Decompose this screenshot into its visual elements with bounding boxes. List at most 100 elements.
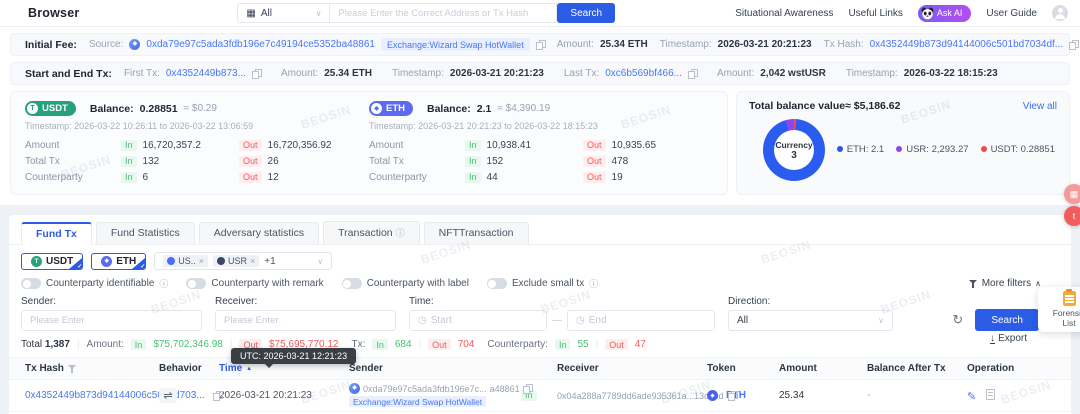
close-icon[interactable] bbox=[250, 256, 255, 266]
filter-icon[interactable] bbox=[68, 364, 77, 373]
search-button[interactable]: Search bbox=[557, 3, 615, 23]
token-coin-icon bbox=[129, 39, 140, 50]
receiver-input[interactable] bbox=[224, 315, 387, 326]
eth-pill: ETH bbox=[369, 101, 413, 116]
copy-icon[interactable] bbox=[213, 391, 222, 401]
usdt-icon: T bbox=[31, 256, 42, 267]
forensic-list-widget[interactable]: Forensic List bbox=[1038, 287, 1080, 332]
usdt-tx-in: 132 bbox=[143, 156, 160, 167]
export-button[interactable]: Export bbox=[990, 333, 1027, 344]
timestamp-label: Timestamp: bbox=[846, 68, 898, 79]
switch[interactable] bbox=[21, 278, 41, 289]
toggle-counterparty-identifiable[interactable]: Counterparty identifiable bbox=[21, 277, 168, 290]
last-tx-amount: 2,042 wstUSR bbox=[760, 68, 826, 79]
toggle-counterparty-remark[interactable]: Counterparty with remark bbox=[186, 278, 323, 289]
floating-usdt-button[interactable]: t bbox=[1064, 206, 1080, 226]
view-all-link[interactable]: View all bbox=[1023, 101, 1057, 112]
eth-filter-chip[interactable]: ETH bbox=[91, 253, 146, 270]
ask-ai-button[interactable]: Ask AI bbox=[918, 5, 972, 22]
copy-icon[interactable] bbox=[1069, 40, 1078, 50]
sort-asc-icon bbox=[246, 366, 252, 372]
usdt-stats: TUSDT Balance: 0.28851 ≈ $0.29 Timestamp… bbox=[25, 101, 369, 185]
chevron-down-icon bbox=[317, 257, 323, 266]
tab-adversary-statistics[interactable]: Adversary statistics bbox=[199, 222, 319, 244]
transactions-table: UTC: 2026-03-21 12:21:23 Tx Hash Behavio… bbox=[9, 357, 1071, 414]
copy-icon[interactable] bbox=[688, 69, 697, 79]
clock-icon bbox=[576, 315, 585, 326]
eth-icon bbox=[371, 103, 382, 114]
note-icon[interactable] bbox=[986, 389, 995, 400]
in-badge: In bbox=[372, 339, 388, 350]
toggle-row: Counterparty identifiable Counterparty w… bbox=[21, 277, 1059, 290]
filter-search-button[interactable]: Search bbox=[975, 309, 1039, 331]
close-icon[interactable] bbox=[199, 256, 204, 266]
table-row[interactable]: 0x4352449b873d94144006c501bd703... 2026-… bbox=[9, 380, 1071, 412]
toggle-counterparty-label[interactable]: Counterparty with label bbox=[342, 278, 469, 289]
out-badge: Out bbox=[605, 339, 628, 350]
token-multiselect[interactable]: US.. USR +1 bbox=[154, 252, 332, 270]
link-user-guide[interactable]: User Guide bbox=[986, 8, 1037, 19]
link-situational-awareness[interactable]: Situational Awareness bbox=[735, 8, 833, 19]
amount-label: Amount: bbox=[557, 39, 594, 50]
first-tx-hash[interactable]: 0x4352449b873... bbox=[166, 68, 246, 79]
legend-dot-usr bbox=[896, 146, 902, 152]
eth-tx-in: 152 bbox=[487, 156, 504, 167]
direction-select[interactable]: All bbox=[728, 310, 893, 331]
sort-time-header[interactable]: Time bbox=[219, 363, 349, 374]
sender-address[interactable]: 0xda79e97c5ada3fdb196e7c... bbox=[363, 384, 487, 394]
copy-icon[interactable] bbox=[536, 40, 545, 50]
summary-cp-label: Counterparty: bbox=[487, 339, 548, 350]
tab-nft-transaction[interactable]: NFTTransaction bbox=[424, 222, 529, 244]
switch[interactable] bbox=[186, 278, 206, 289]
legend-usr: USR: 2,293.27 bbox=[906, 144, 968, 155]
source-address[interactable]: 0xda79e97c5ada3fdb196e7c49194ce5352ba488… bbox=[146, 39, 375, 50]
out-badge: Out bbox=[239, 156, 262, 167]
copy-icon[interactable] bbox=[728, 391, 737, 401]
tab-fund-statistics[interactable]: Fund Statistics bbox=[96, 222, 195, 244]
token-icon bbox=[167, 257, 175, 265]
usdt-filter-chip[interactable]: T USDT bbox=[21, 253, 83, 270]
tab-fund-tx[interactable]: Fund Tx bbox=[21, 222, 92, 245]
amount-label: Amount: bbox=[281, 68, 318, 79]
eth-balance-usd: ≈ $4,390.19 bbox=[497, 103, 550, 114]
tx-amount: 25.34 bbox=[779, 390, 867, 401]
in-badge: In bbox=[465, 140, 481, 151]
copy-icon[interactable] bbox=[523, 384, 532, 394]
amount-label: Amount: bbox=[717, 68, 754, 79]
top-bar: Browser All Search Situational Awareness… bbox=[0, 0, 1080, 27]
sender-label: Sender: bbox=[21, 296, 202, 307]
switch[interactable] bbox=[487, 278, 507, 289]
time-end-input[interactable]: End bbox=[567, 310, 715, 331]
sender-entity-tag[interactable]: Exchange:Wizard Swap HotWallet bbox=[349, 396, 486, 407]
address-overview-section: Initial Fee: Source: 0xda79e97c5ada3fdb1… bbox=[0, 27, 1080, 205]
toggle-exclude-small-tx[interactable]: Exclude small tx bbox=[487, 277, 598, 290]
time-start-input[interactable]: Start bbox=[409, 310, 547, 331]
swap-behavior-icon bbox=[159, 388, 177, 403]
tab-transaction[interactable]: Transaction bbox=[323, 221, 419, 244]
refresh-icon[interactable] bbox=[952, 312, 963, 328]
receiver-address[interactable]: 0x04a288a7789dd6ade935361a...13caed bbox=[557, 391, 724, 401]
export-icon bbox=[990, 334, 995, 344]
check-icon bbox=[140, 263, 145, 270]
source-entity-tag[interactable]: Exchange:Wizard Swap HotWallet bbox=[381, 38, 530, 51]
edit-icon[interactable] bbox=[967, 391, 976, 403]
initial-fee-txhash[interactable]: 0x4352449b873d94144006c501bd7034df... bbox=[870, 39, 1064, 50]
sender-input[interactable] bbox=[30, 315, 193, 326]
floating-widget-button[interactable] bbox=[1064, 184, 1080, 204]
last-tx-hash[interactable]: 0xc6b569bf466... bbox=[605, 68, 682, 79]
search-scope-select[interactable]: All bbox=[237, 3, 329, 23]
copy-icon[interactable] bbox=[252, 69, 261, 79]
total-count: 1,387 bbox=[45, 339, 70, 350]
start-end-title: Start and End Tx: bbox=[25, 68, 112, 80]
switch[interactable] bbox=[342, 278, 362, 289]
link-useful-links[interactable]: Useful Links bbox=[848, 8, 902, 19]
in-badge: In bbox=[465, 156, 481, 167]
eth-timerange: Timestamp: 2026-03-21 20:21:23 to 2026-0… bbox=[369, 121, 703, 131]
top-links: Situational Awareness Useful Links Ask A… bbox=[735, 5, 1068, 22]
app-title: Browser bbox=[28, 6, 79, 20]
search-input[interactable] bbox=[329, 3, 557, 23]
user-avatar[interactable] bbox=[1052, 5, 1068, 21]
cp-in: 55 bbox=[577, 339, 588, 350]
filter-inputs-row: Sender: Receiver: Time: Start — End Dire… bbox=[21, 296, 1059, 331]
total-balance-card: Total balance value≈ $5,186.62 View all … bbox=[736, 91, 1070, 195]
